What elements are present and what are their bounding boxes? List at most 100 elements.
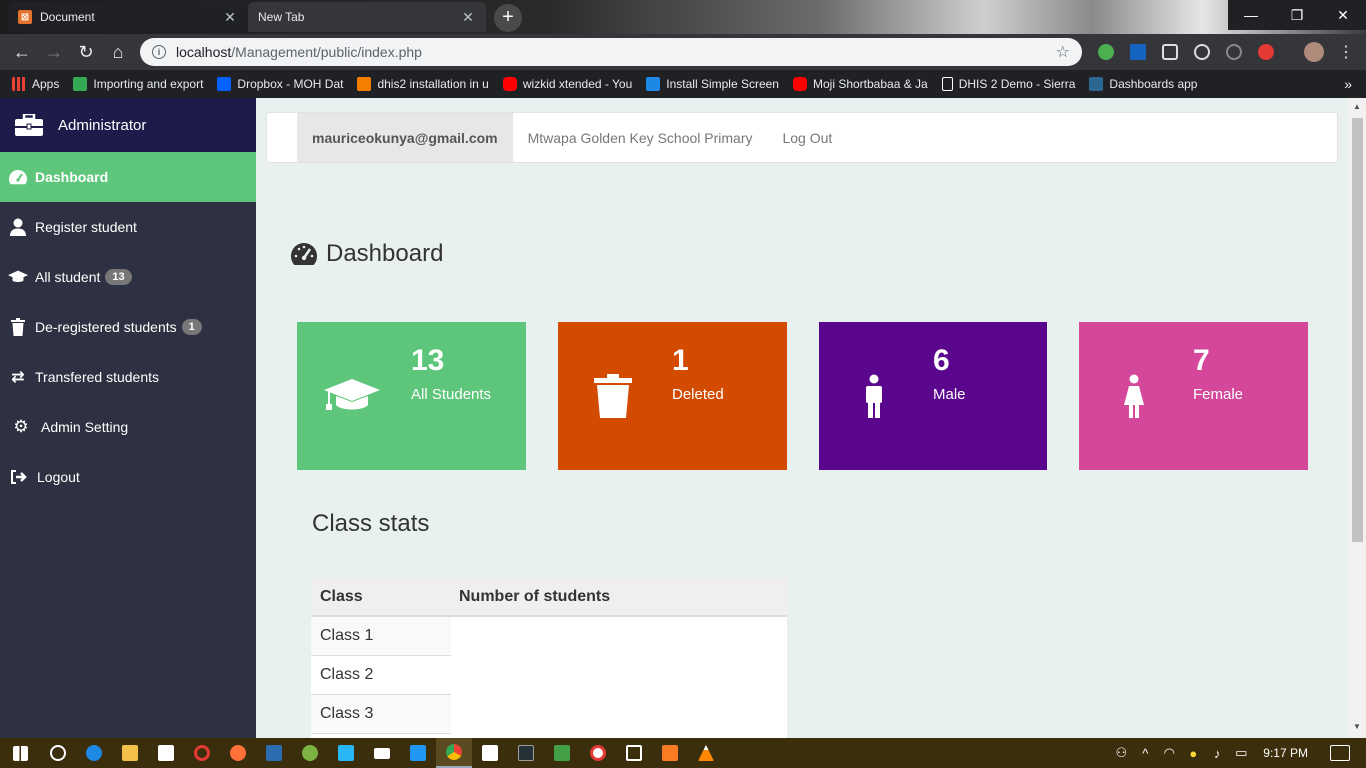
search-icon[interactable] [40,738,76,768]
stat-card-deleted[interactable]: 1 Deleted [558,322,787,470]
address-bar[interactable]: i localhost/Management/public/index.php … [140,38,1082,66]
stat-card-all-students[interactable]: 13 All Students [297,322,526,470]
paint-icon[interactable] [472,738,508,768]
youtube-icon [792,77,807,91]
target-icon[interactable] [580,738,616,768]
url-path: /Management/public/index.php [231,44,422,60]
extension-icon[interactable] [1226,44,1242,60]
powershell-icon[interactable] [256,738,292,768]
bookmark-label: dhis2 installation in u [377,77,489,91]
people-icon[interactable]: ⚇ [1109,745,1133,761]
bookmark-item[interactable]: wizkid xtended - You [502,77,632,91]
tachometer-icon [8,168,28,186]
xampp-icon: ⊠ [18,10,32,24]
xampp-icon[interactable] [652,738,688,768]
file-explorer-icon[interactable] [112,738,148,768]
sidebar-item-admin-setting[interactable]: ⚙ Admin Setting [0,402,256,452]
bookmark-item[interactable]: Moji Shortbabaa & Ja [792,77,928,91]
bookmark-item[interactable]: Importing and export [73,77,203,91]
browser-toolbar: ← → ↻ ⌂ i localhost/Management/public/in… [0,34,1366,70]
stat-value: 6 [933,344,950,377]
bookmark-item[interactable]: dhis2 installation in u [357,77,489,91]
extension-icon[interactable] [1130,44,1146,60]
close-icon[interactable]: ✕ [460,9,476,26]
sidebar-item-register-student[interactable]: Register student [0,202,256,252]
vscode-icon[interactable] [400,738,436,768]
school-name-link[interactable]: Mtwapa Golden Key School Primary [513,130,768,146]
restore-button[interactable]: ❐ [1274,0,1320,30]
stat-value: 13 [411,344,445,377]
chevron-up-icon[interactable]: ^ [1133,746,1157,761]
edge-icon[interactable] [76,738,112,768]
extension-icon[interactable] [1194,44,1210,60]
tab-new-tab[interactable]: New Tab ✕ [248,2,486,32]
battery-icon[interactable]: ▭ [1229,745,1253,761]
scrollbar-thumb[interactable] [1352,118,1363,542]
android-studio-icon[interactable] [292,738,328,768]
stat-card-male[interactable]: 6 Male [819,322,1047,470]
tab-document[interactable]: ⊠ Document ✕ [8,2,248,32]
tab-title: New Tab [258,10,305,24]
female-icon [1079,322,1189,470]
more-bookmarks-icon[interactable]: » [1344,76,1352,92]
mail-icon[interactable] [364,738,400,768]
scroll-down-icon[interactable]: ▼ [1353,722,1361,731]
bookmark-item[interactable]: DHIS 2 Demo - Sierra [941,77,1075,91]
bookmark-favicon [1089,77,1104,91]
avatar[interactable] [1304,42,1324,62]
extension-icon[interactable] [1162,44,1178,60]
close-icon[interactable]: ✕ [222,9,238,26]
bookmark-apps[interactable]: Apps [12,77,59,91]
back-button[interactable]: ← [6,36,38,68]
sidebar-item-transfered[interactable]: ⇄ Transfered students [0,352,256,402]
vlc-icon[interactable] [688,738,724,768]
stat-card-female[interactable]: 7 Female [1079,322,1308,470]
app-icon[interactable] [544,738,580,768]
reload-button[interactable]: ↻ [70,36,102,68]
browser-tab-strip: ⊠ Document ✕ New Tab ✕ + — ❐ ✕ [0,0,1366,34]
menu-icon[interactable]: ⋮ [1338,42,1354,62]
column-header-count: Number of students [459,587,611,605]
top-navbar: mauriceokunya@gmail.com Mtwapa Golden Ke… [266,112,1338,163]
volume-icon[interactable]: ♪ [1205,746,1229,761]
scroll-up-icon[interactable]: ▲ [1353,102,1361,111]
opera-icon[interactable] [184,738,220,768]
firefox-icon[interactable] [220,738,256,768]
wifi-icon[interactable]: ◠ [1157,745,1181,761]
log-out-link[interactable]: Log Out [767,130,847,146]
page-scrollbar[interactable]: ▲ ▼ [1349,98,1366,738]
bookmark-item[interactable]: Dropbox - MOH Dat [217,77,343,91]
sidebar-item-logout[interactable]: Logout [0,452,256,502]
adblock-icon[interactable] [1258,44,1274,60]
windows-taskbar: ⚇ ^ ◠ ● ♪ ▭ 9:17 PM [0,738,1366,768]
new-tab-button[interactable]: + [494,4,522,32]
vpn-icon[interactable]: ● [1181,746,1205,761]
bookmark-label: Moji Shortbabaa & Ja [812,77,928,91]
sidebar-item-label: Register student [35,219,137,235]
clock[interactable]: 9:17 PM [1263,746,1308,760]
blogger-icon [357,77,372,91]
store-icon[interactable] [148,738,184,768]
stat-label: Male [933,386,966,403]
typora-icon[interactable] [616,738,652,768]
forward-button[interactable]: → [38,36,70,68]
home-button[interactable]: ⌂ [102,36,134,68]
sidebar-item-all-student[interactable]: All student 13 [0,252,256,302]
sidebar-item-de-registered[interactable]: De-registered students 1 [0,302,256,352]
bookmark-label: Dashboards app [1109,77,1198,91]
info-icon[interactable]: i [152,45,166,59]
app-icon[interactable] [508,738,544,768]
bookmark-star-icon[interactable]: ☆ [1056,42,1070,62]
bookmark-item[interactable]: Dashboards app [1089,77,1197,91]
notification-icon[interactable] [1330,745,1350,761]
chrome-icon[interactable] [436,738,472,768]
exchange-icon: ⇄ [11,369,25,386]
user-email[interactable]: mauriceokunya@gmail.com [297,113,513,162]
windows-icon[interactable] [328,738,364,768]
sidebar-item-dashboard[interactable]: Dashboard [0,152,256,202]
bookmark-item[interactable]: Install Simple Screen [646,77,779,91]
close-window-button[interactable]: ✕ [1320,0,1366,30]
extension-icon[interactable] [1098,44,1114,60]
minimize-button[interactable]: — [1228,0,1274,30]
windows-start-icon[interactable] [0,738,40,768]
